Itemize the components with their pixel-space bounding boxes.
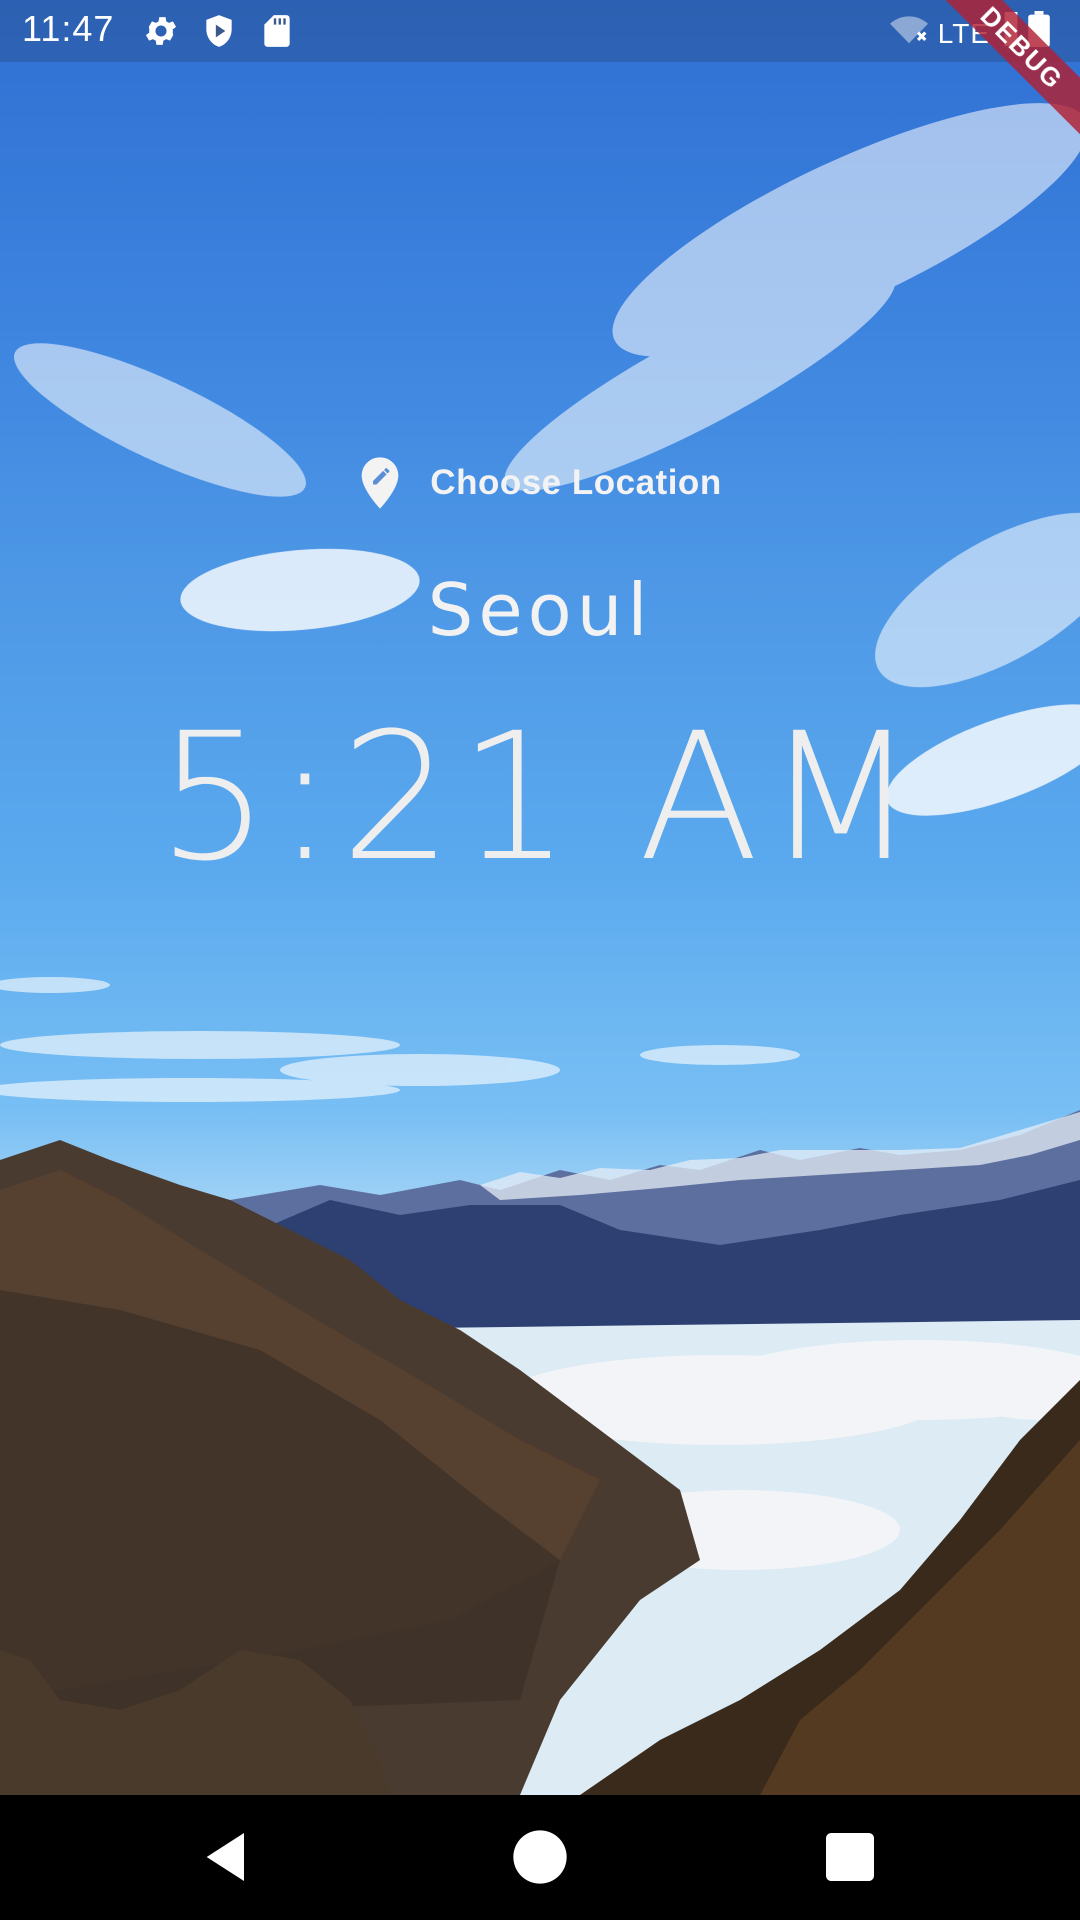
navigation-bar bbox=[0, 1795, 1080, 1920]
choose-location-label: Choose Location bbox=[430, 463, 722, 502]
recents-icon[interactable] bbox=[818, 1825, 882, 1889]
gear-icon bbox=[142, 12, 180, 50]
sd-card-icon bbox=[258, 12, 296, 50]
status-time: 11:47 bbox=[22, 8, 115, 49]
choose-location-button[interactable]: Choose Location bbox=[0, 455, 1080, 511]
local-time: 5:21 AM bbox=[157, 695, 923, 900]
shield-icon bbox=[200, 12, 238, 50]
app-screen: 11:47 LTE DEBUG Choose Location Seoul 5:… bbox=[0, 0, 1080, 1920]
city-name: Seoul bbox=[427, 568, 653, 652]
status-bar: 11:47 LTE bbox=[0, 0, 1080, 62]
back-icon[interactable] bbox=[196, 1825, 260, 1889]
edit-location-icon bbox=[358, 455, 402, 511]
home-icon[interactable] bbox=[508, 1825, 572, 1889]
wifi-off-icon bbox=[889, 10, 928, 57]
